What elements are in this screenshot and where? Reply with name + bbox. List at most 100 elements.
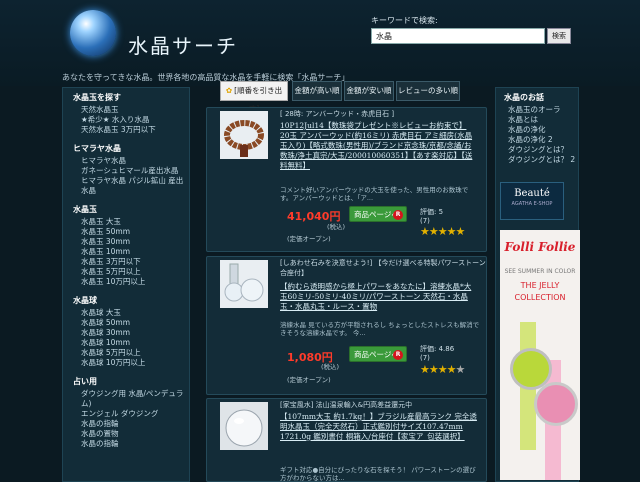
rakuten-icon: R (393, 210, 403, 220)
product-review[interactable]: 評価: 5 (7) (420, 208, 443, 226)
sidebar-link[interactable]: 水晶の浄化 (508, 125, 578, 135)
star-rating: ★★★★★ (420, 225, 466, 238)
left-sidebar: 水晶玉を探す 天然水晶玉 ★希少★ 水入り水晶 天然水晶玉 3万円以下 ヒマラヤ… (62, 87, 190, 482)
sidebar-link[interactable]: ★希少★ 水入り水晶 (81, 115, 189, 125)
star-icon: ★ (455, 225, 466, 238)
sidebar-section: 水晶球 水晶球 大玉 水晶球 50mm 水晶球 30mm 水晶球 10mm 水晶… (63, 295, 189, 368)
product-tax: (税込) (327, 223, 346, 231)
product-description: 溶練水晶 見ている方が平穏されるし ちょっとしたストレスも解消できそうな溶練水晶… (280, 321, 480, 337)
sidebar-link[interactable]: 水晶玉 3万円以下 (81, 257, 189, 267)
sidebar-link[interactable]: 水晶の指輪 (81, 439, 189, 449)
sidebar-section: 水晶玉を探す 天然水晶玉 ★希少★ 水入り水晶 天然水晶玉 3万円以下 (63, 92, 189, 135)
sidebar-section: ヒマラヤ水晶 ヒマラヤ水晶 ガネーシュヒマール産出水晶 ヒマラヤ水晶 パジル鉱山… (63, 143, 189, 196)
product-page-button[interactable]: 商品ページへ R (349, 346, 407, 362)
sidebar-section: 占い用 ダウジング用 水晶/ペンデュラム) エンジェル ダウジング 水晶の指輪 … (63, 376, 189, 449)
flower-icon: ✿ (225, 86, 233, 95)
sidebar-link[interactable]: 水晶玉 30mm (81, 237, 189, 247)
sidebar-link[interactable]: 水晶玉 5万円以上 (81, 267, 189, 277)
sidebar-link[interactable]: 水晶玉 10mm (81, 247, 189, 257)
product-card: [家宝風水] 法山温泉輸入&円高差益還元中 【107mm大玉 約1.7kg！】ブ… (206, 398, 487, 482)
sidebar-link[interactable]: 水晶玉 10万円以上 (81, 277, 189, 287)
sidebar-heading: 水晶球 (73, 296, 97, 305)
sidebar-heading: 占い用 (73, 377, 97, 386)
product-shop[interactable]: [家宝風水] 法山温泉輸入&円高差益還元中 (280, 400, 412, 410)
star-rating: ★★★★★ (420, 363, 466, 376)
sidebar-link[interactable]: ヒマラヤ水晶 (81, 156, 189, 166)
sidebar-link[interactable]: 天然水晶玉 3万円以下 (81, 125, 189, 135)
product-image[interactable] (220, 260, 268, 308)
sidebar-link[interactable]: ヒマラヤ水晶 パジル鉱山 産出 (81, 176, 189, 186)
star-icon: ★ (437, 363, 448, 376)
product-title[interactable]: 【107mm大玉 約1.7kg！】ブラジル産最高ランク 完全透明水晶玉（完全天然… (280, 412, 480, 442)
site-title[interactable]: 水晶サーチ (128, 30, 238, 59)
ad-tagline: SEE SUMMER IN COLOR (504, 268, 576, 275)
review-score: 評価: 4.86 (420, 345, 455, 353)
sidebar-heading: ヒマラヤ水晶 (73, 144, 121, 153)
sidebar-link[interactable]: 水晶球 5万円以上 (81, 348, 189, 358)
review-count: (7) (420, 217, 430, 225)
sort-default-button[interactable]: ✿[順番を引き出す] (220, 81, 288, 113)
star-icon: ★ (446, 363, 457, 376)
sort-review-button[interactable]: レビューの多い順 (396, 81, 460, 101)
sidebar-heading: 水晶のお話 (504, 93, 544, 102)
sidebar-link[interactable]: エンジェル ダウジング (81, 409, 189, 419)
beaute-ad-banner[interactable]: Beauté AGATHA E-SHOP (500, 182, 564, 220)
product-card: [ 28時: アンバーウッド・赤虎目石 ] 10P12Jul14【数珠袋プレゼン… (206, 107, 487, 252)
search-button[interactable]: 検索 (547, 28, 571, 44)
product-image[interactable] (220, 402, 268, 450)
product-card: [しあわせ石みを決意せよう!] 【今だけ選べる特製パワーストーン合座付】 【約む… (206, 256, 487, 395)
sidebar-link[interactable]: ダウジングとは？ (508, 145, 578, 155)
beaute-ad-subtitle: AGATHA E-SHOP (511, 201, 553, 207)
sidebar-heading: 水晶玉を探す (73, 93, 121, 102)
product-page-button[interactable]: 商品ページへ R (349, 206, 407, 222)
product-list-price: (定価オープン) (287, 376, 331, 384)
sidebar-link[interactable]: 水晶球 30mm (81, 328, 189, 338)
site-header: 水晶サーチ あなたを守ってきな水晶。世界各地の高品質な水晶を手軽に検索「水晶サー… (0, 0, 640, 86)
sidebar-link[interactable]: ダウジングとは？ 2 (508, 155, 578, 165)
sidebar-section: 水晶玉 水晶玉 大玉 水晶玉 50mm 水晶玉 30mm 水晶玉 10mm 水晶… (63, 204, 189, 287)
sidebar-link[interactable]: 水晶の置物 (81, 429, 189, 439)
watch-image (534, 382, 578, 426)
sidebar-link[interactable]: 水晶 (81, 186, 189, 196)
sidebar-link[interactable]: 水晶の浄化 2 (508, 135, 578, 145)
product-review[interactable]: 評価: 4.86 (7) (420, 345, 454, 363)
sidebar-link[interactable]: 水晶とは (508, 115, 578, 125)
review-count: (7) (420, 354, 430, 362)
sidebar-link[interactable]: 水晶玉 大玉 (81, 217, 189, 227)
search-input[interactable] (371, 28, 545, 44)
sidebar-heading: 水晶玉 (73, 205, 97, 214)
sidebar-link[interactable]: 水晶球 10万円以上 (81, 358, 189, 368)
sidebar-link[interactable]: 天然水晶玉 (81, 105, 189, 115)
ad-collection-name: THE JELLY COLLECTION (514, 281, 566, 302)
star-icon: ★ (420, 225, 430, 238)
sidebar-link[interactable]: 水晶玉 50mm (81, 227, 189, 237)
product-title[interactable]: 10P12Jul14【数珠袋プレゼント※レビューお約束で】20玉 アンバーウッド… (280, 121, 475, 171)
sidebar-link[interactable]: 水晶球 10mm (81, 338, 189, 348)
sort-price-high-button[interactable]: 金額が高い順 (292, 81, 342, 101)
rakuten-icon: R (393, 350, 403, 360)
product-shop[interactable]: [ 28時: アンバーウッド・赤虎目石 ] (280, 109, 394, 119)
sidebar-link[interactable]: 水晶球 50mm (81, 318, 189, 328)
star-icon: ★ (446, 225, 457, 238)
crystal-ball-logo[interactable] (70, 10, 116, 56)
sidebar-link[interactable]: ダウジング用 水晶/ペンデュラム) (81, 389, 189, 409)
star-icon: ★ (437, 225, 448, 238)
sidebar-link[interactable]: ガネーシュヒマール産出水晶 (81, 166, 189, 176)
folli-follie-logo: Folli Follie (504, 240, 576, 254)
star-icon: ★ (428, 225, 439, 238)
star-icon: ★ (428, 363, 439, 376)
sidebar-link[interactable]: 水晶球 大玉 (81, 308, 189, 318)
sidebar-link[interactable]: 水晶玉のオーラ (508, 105, 578, 115)
review-score: 評価: 5 (420, 208, 444, 216)
sidebar-link[interactable]: 水晶の指輪 (81, 419, 189, 429)
product-title[interactable]: 【約むら透明感から極上パワーをあなたに】溶練水晶*大玉60ミリ-50ミリ-40ミ… (280, 282, 475, 312)
product-image[interactable] (220, 111, 268, 159)
product-description: コメント好いアンバーウッドの大玉を使った、男性用のお数珠です。アンバーウッドとは… (280, 186, 469, 202)
product-list-price: (定価オープン) (287, 235, 331, 243)
beaute-ad-title: Beauté (514, 188, 550, 199)
search-label: キーワードで検索: (371, 16, 438, 25)
star-icon: ★ (455, 363, 466, 376)
folli-follie-ad-banner[interactable]: Folli Follie SEE SUMMER IN COLOR THE JEL… (500, 230, 580, 480)
product-shop[interactable]: [しあわせ石みを決意せよう!] 【今だけ選べる特製パワーストーン合座付】 (280, 258, 486, 278)
sort-price-low-button[interactable]: 金額が安い順 (344, 81, 394, 101)
